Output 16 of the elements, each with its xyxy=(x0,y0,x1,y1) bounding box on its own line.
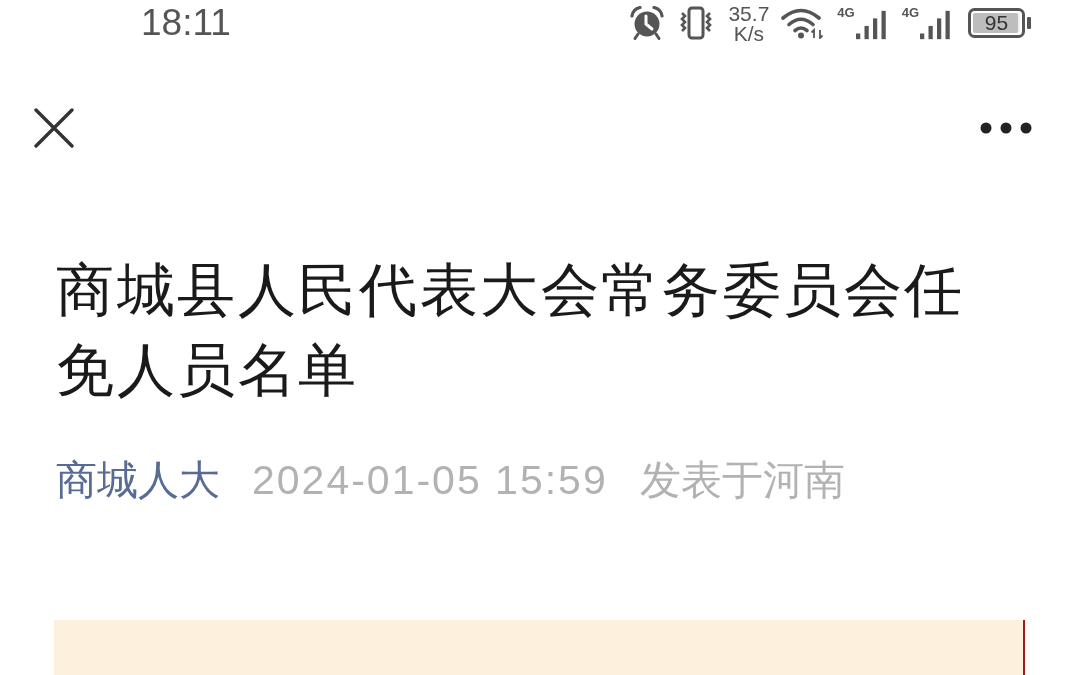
alarm-clock-icon xyxy=(630,6,665,40)
publish-date: 2024-01-05 15:59 xyxy=(252,456,608,505)
more-icon xyxy=(980,122,1032,134)
network-speed-unit: K/s xyxy=(733,24,765,44)
status-time: 18:11 xyxy=(141,1,231,45)
account-name-link[interactable]: 商城人大 xyxy=(56,455,220,505)
more-button[interactable] xyxy=(980,122,1032,134)
article-title: 商城县人民代表大会常务委员会任免人员名单 xyxy=(56,256,966,404)
battery-percent: 95 xyxy=(983,11,1010,35)
close-button[interactable] xyxy=(34,108,74,148)
publish-location: 发表于河南 xyxy=(639,456,845,505)
network-speed-value: 35.7 xyxy=(728,4,770,24)
network-type-label: 4G xyxy=(837,6,855,20)
wifi-icon xyxy=(781,7,826,39)
network-type-label: 4G xyxy=(901,6,919,20)
close-icon xyxy=(34,108,74,148)
